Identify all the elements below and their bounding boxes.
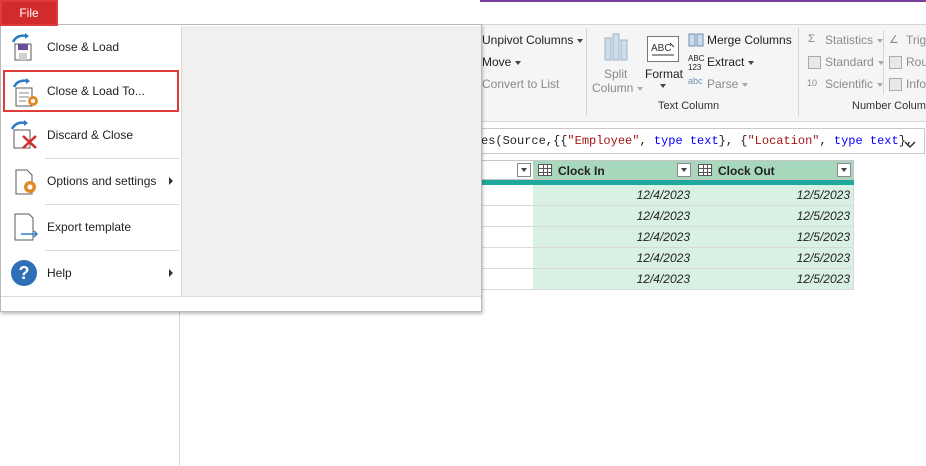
statistics-icon: Σ xyxy=(808,33,815,45)
information-icon xyxy=(889,78,902,91)
file-menu: Close & Load Close & Load To... Discard … xyxy=(0,24,482,312)
expand-formula-chevron-icon[interactable] xyxy=(904,135,916,153)
ribbon-separator xyxy=(798,28,799,116)
table-cell-clock-in[interactable]: 12/4/2023 xyxy=(533,227,694,248)
split-column-button[interactable]: Column xyxy=(592,80,644,96)
formula-bar[interactable]: es(Source,{{"Employee", type text}, {"Lo… xyxy=(470,128,925,154)
format-icon: ABC xyxy=(647,36,679,62)
format-dropdown-caret[interactable] xyxy=(660,84,666,88)
menu-item-label: Close & Load xyxy=(47,40,120,54)
help-icon: ? xyxy=(9,258,39,288)
options-settings-icon xyxy=(9,166,39,196)
svg-text:?: ? xyxy=(19,263,30,283)
table-cell-clock-out[interactable]: 12/5/2023 xyxy=(693,185,854,206)
file-menu-content-pane xyxy=(181,26,481,296)
table-cell-clock-in[interactable]: 12/4/2023 xyxy=(533,206,694,227)
trig-icon: ∠ xyxy=(889,34,899,46)
table-cell-clock-in[interactable]: 12/4/2023 xyxy=(533,248,694,269)
close-load-to-icon xyxy=(11,78,41,108)
menu-item-discard-close[interactable]: Discard & Close xyxy=(3,114,179,156)
table-cell[interactable] xyxy=(480,227,534,248)
submenu-arrow-icon xyxy=(169,269,173,277)
convert-to-list-button[interactable]: Convert to List xyxy=(482,76,559,92)
menu-item-label: Discard & Close xyxy=(47,128,134,142)
menu-separator xyxy=(45,250,179,251)
rounding-icon xyxy=(889,56,902,69)
menu-item-export-template[interactable]: Export template xyxy=(3,206,179,248)
menu-item-close-load[interactable]: Close & Load xyxy=(3,26,179,68)
column-header-label: Clock In xyxy=(558,164,605,178)
column-header-partial[interactable] xyxy=(480,160,534,180)
menu-item-help[interactable]: ? Help xyxy=(3,252,179,294)
submenu-arrow-icon xyxy=(169,177,173,185)
menu-item-options-settings[interactable]: Options and settings xyxy=(3,160,179,202)
column-header-label: Clock Out xyxy=(718,164,775,178)
table-cell-clock-out[interactable]: 12/5/2023 xyxy=(693,269,854,290)
table-cell-clock-out[interactable]: 12/5/2023 xyxy=(693,227,854,248)
menu-item-close-load-to[interactable]: Close & Load To... xyxy=(3,70,179,112)
table-cell[interactable] xyxy=(480,185,534,206)
menu-item-label: Export template xyxy=(47,220,132,234)
svg-text:ABC: ABC xyxy=(651,43,672,54)
statistics-button[interactable]: Statistics xyxy=(825,32,884,48)
menu-item-label: Options and settings xyxy=(47,174,157,188)
ribbon-separator xyxy=(586,28,587,116)
scientific-icon: 10 xyxy=(807,78,818,88)
trigonometry-button[interactable]: Trig xyxy=(906,32,926,48)
parse-button[interactable]: Parse xyxy=(707,76,749,92)
ribbon-tab-bar xyxy=(0,0,926,25)
menu-separator xyxy=(45,204,179,205)
table-cell-clock-in[interactable]: 12/4/2023 xyxy=(533,269,694,290)
move-button[interactable]: Move xyxy=(482,54,522,70)
column-header-clock-in[interactable]: Clock In xyxy=(533,160,694,180)
filter-dropdown-icon[interactable] xyxy=(837,163,851,177)
scientific-button[interactable]: Scientific xyxy=(825,76,884,92)
table-cell-clock-out[interactable]: 12/5/2023 xyxy=(693,206,854,227)
menu-separator xyxy=(45,158,179,159)
filter-dropdown-icon[interactable] xyxy=(517,163,531,177)
ribbon-separator xyxy=(883,30,884,94)
filter-dropdown-icon[interactable] xyxy=(677,163,691,177)
file-tab[interactable]: File xyxy=(0,0,58,26)
column-header-clock-out[interactable]: Clock Out xyxy=(693,160,854,180)
title-accent-line xyxy=(480,0,926,2)
text-column-group-label: Text Column xyxy=(658,100,720,112)
close-load-icon xyxy=(9,32,39,62)
number-column-group-label: Number Colum xyxy=(852,100,926,112)
table-cell[interactable] xyxy=(480,206,534,227)
datetime-type-icon[interactable] xyxy=(538,164,552,176)
menu-divider xyxy=(1,296,481,297)
split-column-icon xyxy=(600,32,632,62)
unpivot-columns-button[interactable]: Unpivot Columns xyxy=(482,32,584,48)
information-button[interactable]: Info xyxy=(906,76,926,92)
table-cell[interactable] xyxy=(480,269,534,290)
standard-button[interactable]: Standard xyxy=(825,54,884,70)
merge-columns-icon xyxy=(688,32,704,48)
parse-icon: abc xyxy=(688,76,703,86)
table-cell[interactable] xyxy=(480,248,534,269)
extract-icon: ABC 123 xyxy=(688,54,705,72)
rounding-button[interactable]: Rou xyxy=(906,54,926,70)
datetime-type-icon[interactable] xyxy=(698,164,712,176)
menu-item-label: Close & Load To... xyxy=(47,84,145,98)
standard-icon xyxy=(808,56,821,69)
menu-item-label: Help xyxy=(47,266,72,280)
export-template-icon xyxy=(9,212,39,242)
merge-columns-button[interactable]: Merge Columns xyxy=(707,32,792,48)
discard-close-icon xyxy=(9,120,39,150)
format-button[interactable]: Format xyxy=(645,66,683,82)
extract-button[interactable]: Extract xyxy=(707,54,755,70)
table-cell-clock-in[interactable]: 12/4/2023 xyxy=(533,185,694,206)
table-cell-clock-out[interactable]: 12/5/2023 xyxy=(693,248,854,269)
